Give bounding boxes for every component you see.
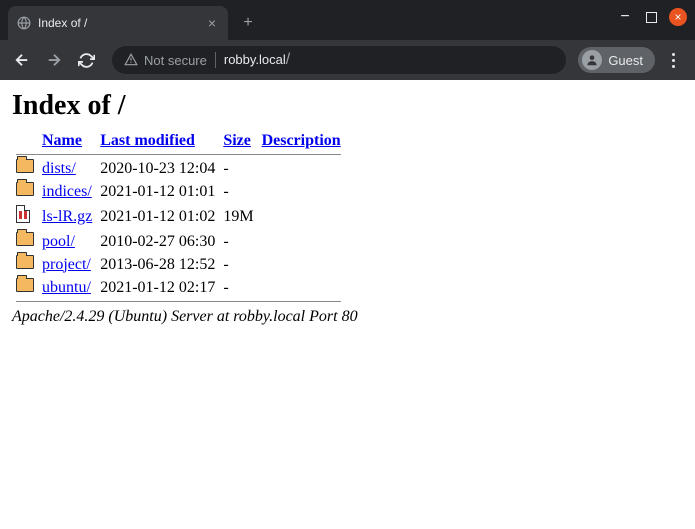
entry-link[interactable]: pool/: [42, 233, 75, 250]
table-row: project/2013-06-28 12:52-: [12, 253, 345, 276]
security-indicator[interactable]: Not secure: [124, 53, 207, 68]
entry-modified: 2020-10-23 12:04: [96, 157, 219, 180]
close-window-button[interactable]: ×: [669, 8, 687, 26]
entry-description: [258, 276, 345, 299]
divider: [16, 301, 341, 302]
menu-button[interactable]: [659, 46, 687, 74]
maximize-button[interactable]: [646, 12, 657, 23]
table-row: dists/2020-10-23 12:04-: [12, 157, 345, 180]
reload-button[interactable]: [72, 46, 100, 74]
back-button[interactable]: [8, 46, 36, 74]
folder-icon: [16, 182, 34, 196]
directory-listing: Name Last modified Size Description dist…: [12, 130, 345, 304]
table-row: pool/2010-02-27 06:30-: [12, 230, 345, 253]
url-separator: [215, 52, 216, 68]
entry-link[interactable]: project/: [42, 256, 91, 273]
folder-icon: [16, 278, 34, 292]
entry-description: [258, 157, 345, 180]
tab-title: Index of /: [38, 16, 198, 30]
guest-label: Guest: [608, 53, 643, 68]
entry-link[interactable]: ls-lR.gz: [42, 208, 92, 225]
sort-description-link[interactable]: Description: [262, 132, 341, 149]
new-tab-button[interactable]: +: [234, 9, 262, 37]
entry-size: -: [219, 230, 257, 253]
entry-modified: 2021-01-12 01:02: [96, 203, 219, 230]
entry-description: [258, 203, 345, 230]
entry-modified: 2021-01-12 02:17: [96, 276, 219, 299]
page-heading: Index of /: [12, 90, 683, 122]
entry-link[interactable]: ubuntu/: [42, 279, 91, 296]
folder-icon: [16, 255, 34, 269]
entry-link[interactable]: indices/: [42, 183, 92, 200]
entry-size: -: [219, 253, 257, 276]
table-row: indices/2021-01-12 01:01-: [12, 180, 345, 203]
browser-tab[interactable]: Index of / ×: [8, 6, 228, 40]
tab-close-button[interactable]: ×: [204, 15, 220, 31]
server-info: Apache/2.4.29 (Ubuntu) Server at robby.l…: [12, 308, 683, 326]
table-row: ubuntu/2021-01-12 02:17-: [12, 276, 345, 299]
toolbar: Not secure robby.local/ Guest: [0, 40, 695, 80]
entry-size: -: [219, 180, 257, 203]
folder-icon: [16, 232, 34, 246]
browser-window: Index of / × + − × Not secure robby.lo: [0, 0, 695, 529]
globe-icon: [16, 15, 32, 31]
divider: [16, 154, 341, 155]
minimize-button[interactable]: −: [616, 8, 634, 26]
url-path: /: [286, 51, 290, 68]
sort-size-link[interactable]: Size: [223, 132, 251, 149]
titlebar: Index of / × + − ×: [0, 0, 695, 40]
address-bar[interactable]: Not secure robby.local/: [112, 46, 566, 74]
avatar-icon: [582, 50, 602, 70]
warning-icon: [124, 53, 138, 67]
url-host: robby.local: [224, 52, 286, 67]
sort-modified-link[interactable]: Last modified: [100, 132, 195, 149]
header-row: Name Last modified Size Description: [12, 130, 345, 152]
entry-modified: 2021-01-12 01:01: [96, 180, 219, 203]
url-display: robby.local/: [224, 51, 290, 69]
not-secure-label: Not secure: [144, 53, 207, 68]
entry-description: [258, 180, 345, 203]
forward-button[interactable]: [40, 46, 68, 74]
entry-size: -: [219, 276, 257, 299]
entry-description: [258, 253, 345, 276]
sort-name-link[interactable]: Name: [42, 132, 82, 149]
entry-link[interactable]: dists/: [42, 160, 76, 177]
profile-button[interactable]: Guest: [578, 47, 655, 73]
folder-icon: [16, 159, 34, 173]
entry-size: -: [219, 157, 257, 180]
window-controls: − ×: [616, 8, 687, 26]
entry-modified: 2010-02-27 06:30: [96, 230, 219, 253]
page-content: Index of / Name Last modified Size Descr…: [0, 80, 695, 529]
file-gz-icon: [16, 205, 30, 223]
entry-description: [258, 230, 345, 253]
entry-modified: 2013-06-28 12:52: [96, 253, 219, 276]
table-row: ls-lR.gz2021-01-12 01:0219M: [12, 203, 345, 230]
entry-size: 19M: [219, 203, 257, 230]
